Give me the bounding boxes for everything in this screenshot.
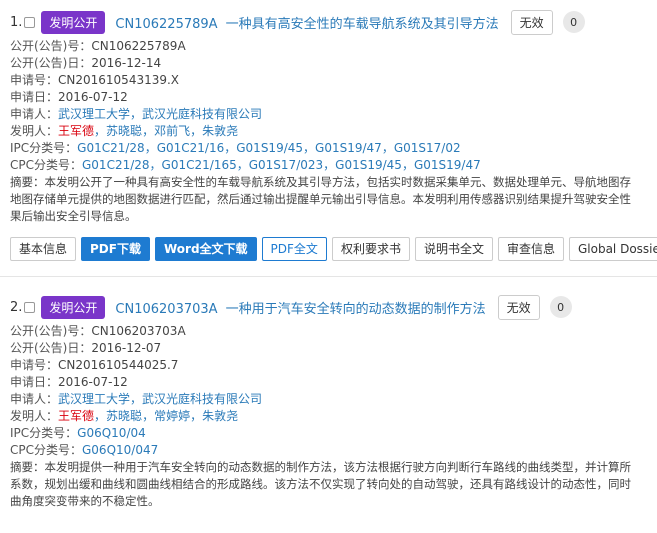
global-dossier-button[interactable]: Global Dossier — [568, 237, 657, 261]
record-action-bar: 基本信息 PDF下载 Word全文下载 PDF全文 权利要求书 说明书全文 审查… — [10, 237, 657, 261]
applicant-link[interactable]: 武汉理工大学 — [58, 107, 130, 121]
field-pub-no: 公开(公告)号：CN106203703A — [10, 324, 186, 338]
applicant-link[interactable]: 武汉光庭科技有限公司 — [142, 107, 262, 121]
record-pub-no[interactable]: CN106203703A — [115, 302, 217, 317]
applicant-link[interactable]: 武汉理工大学 — [58, 392, 130, 406]
record-title-link[interactable]: CN106203703A 一种用于汽车安全转向的动态数据的制作方法 — [115, 298, 485, 317]
record-title-row: 2. 发明公开 CN106203703A 一种用于汽车安全转向的动态数据的制作方法… — [10, 291, 657, 323]
record-checkbox[interactable] — [24, 16, 36, 28]
abstract-label: 摘要： — [10, 460, 45, 474]
field-cpc: CPC分类号：G01C21/28，G01C21/165，G01S17/023，G… — [10, 158, 481, 172]
field-ipc: IPC分类号：G01C21/28，G01C21/16，G01S19/45，G01… — [10, 141, 461, 155]
inventor-link[interactable]: 邓前飞 — [154, 124, 190, 138]
cpc-link[interactable]: G01S19/45 — [335, 158, 402, 172]
ipc-link[interactable]: G01C21/16 — [157, 141, 225, 155]
cpc-link[interactable]: G06Q10/047 — [82, 443, 158, 457]
ipc-link[interactable]: G01C21/28 — [77, 141, 145, 155]
field-app-date: 申请日：2016-07-12 — [10, 375, 128, 389]
field-app-no: 申请号：CN201610544025.7 — [10, 358, 179, 372]
status-badge[interactable]: 无效 — [497, 294, 540, 320]
field-pub-date: 公开(公告)日：2016-12-07 — [10, 341, 162, 355]
abstract-text: 摘要：本发明提供一种用于汽车安全转向的动态数据的制作方法，该方法根据行驶方向判断… — [10, 460, 631, 508]
ipc-link[interactable]: G01S19/47 — [315, 141, 382, 155]
ipc-link[interactable]: G01S17/02 — [394, 141, 461, 155]
cpc-link[interactable]: G01S19/47 — [414, 158, 481, 172]
abstract-label: 摘要： — [10, 175, 45, 189]
record-checkbox[interactable] — [24, 301, 36, 313]
record-title[interactable]: 一种具有高安全性的车载导航系统及其引导方法 — [226, 17, 499, 32]
basic-info-button[interactable]: 基本信息 — [10, 237, 77, 261]
record-index: 1. — [10, 14, 23, 30]
cpc-link[interactable]: G01C21/28 — [82, 158, 150, 172]
record-title-row: 1. 发明公开 CN106225789A 一种具有高安全性的车载导航系统及其引导方… — [10, 6, 657, 38]
status-badge[interactable]: 无效 — [510, 9, 553, 35]
result-record-2: 2. 发明公开 CN106203703A 一种用于汽车安全转向的动态数据的制作方法… — [0, 277, 657, 510]
ipc-link[interactable]: G01S19/45 — [236, 141, 303, 155]
description-button[interactable]: 说明书全文 — [414, 237, 493, 261]
citation-count[interactable]: 0 — [549, 296, 572, 318]
claims-button[interactable]: 权利要求书 — [331, 237, 410, 261]
field-applicants: 申请人：武汉理工大学，武汉光庭科技有限公司 — [10, 392, 263, 406]
field-pub-date: 公开(公告)日：2016-12-14 — [10, 56, 162, 70]
record-title-link[interactable]: CN106225789A 一种具有高安全性的车载导航系统及其引导方法 — [115, 13, 498, 32]
pdf-download-button[interactable]: PDF下载 — [81, 237, 150, 261]
field-app-no: 申请号：CN201610543139.X — [10, 73, 180, 87]
field-inventors: 发明人：王军德，苏晓聪，常婷婷，朱敦尧 — [10, 409, 239, 423]
ipc-link[interactable]: G06Q10/04 — [77, 426, 146, 440]
field-pub-no: 公开(公告)号：CN106225789A — [10, 39, 186, 53]
abstract-text: 摘要：本发明公开了一种具有高安全性的车载导航系统及其引导方法，包括实时数据采集单… — [10, 175, 631, 223]
field-inventors: 发明人：王军德，苏晓聪，邓前飞，朱敦尧 — [10, 124, 239, 138]
field-app-date: 申请日：2016-07-12 — [10, 90, 128, 104]
record-index: 2. — [10, 299, 23, 315]
inventor-link[interactable]: 朱敦尧 — [202, 124, 238, 138]
inventor-link[interactable]: 王军德 — [58, 124, 94, 138]
pdf-fulltext-button[interactable]: PDF全文 — [261, 237, 327, 261]
cpc-link[interactable]: G01C21/165 — [162, 158, 237, 172]
field-ipc: IPC分类号：G06Q10/04 — [10, 426, 146, 440]
inventor-link[interactable]: 朱敦尧 — [202, 409, 238, 423]
examination-info-button[interactable]: 审查信息 — [497, 237, 564, 261]
field-applicants: 申请人：武汉理工大学，武汉光庭科技有限公司 — [10, 107, 263, 121]
inventor-link[interactable]: 苏晓聪 — [106, 409, 142, 423]
word-download-button[interactable]: Word全文下载 — [154, 237, 257, 261]
inventor-link[interactable]: 常婷婷 — [154, 409, 190, 423]
cpc-link[interactable]: G01S17/023 — [249, 158, 323, 172]
result-record-1: 1. 发明公开 CN106225789A 一种具有高安全性的车载导航系统及其引导方… — [0, 0, 657, 261]
inventor-link[interactable]: 苏晓聪 — [106, 124, 142, 138]
record-title[interactable]: 一种用于汽车安全转向的动态数据的制作方法 — [226, 302, 486, 317]
applicant-link[interactable]: 武汉光庭科技有限公司 — [142, 392, 262, 406]
patent-type-badge: 发明公开 — [41, 295, 106, 319]
citation-count[interactable]: 0 — [562, 11, 585, 33]
patent-type-badge: 发明公开 — [41, 10, 106, 34]
record-pub-no[interactable]: CN106225789A — [115, 17, 217, 32]
field-cpc: CPC分类号：G06Q10/047 — [10, 443, 159, 457]
inventor-link[interactable]: 王军德 — [58, 409, 94, 423]
